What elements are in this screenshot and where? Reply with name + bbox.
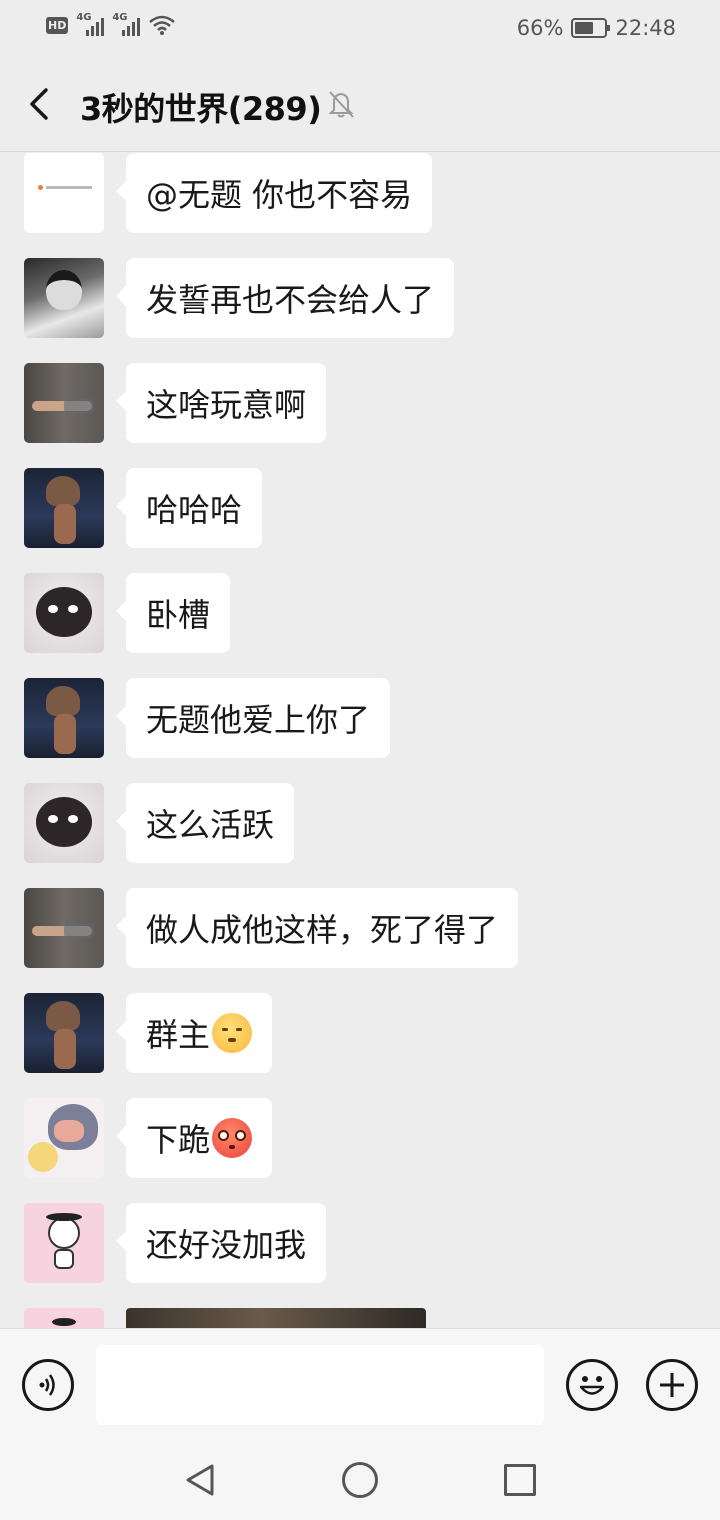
avatar-cartoon-kid[interactable] xyxy=(24,1308,104,1328)
voice-icon[interactable] xyxy=(22,1359,74,1411)
message-bubble[interactable]: 哈哈哈 xyxy=(115,468,263,548)
message-text: 群主 xyxy=(146,1016,211,1054)
status-left: HD 4G 4G xyxy=(46,12,176,36)
status-right: 66% 22:48 xyxy=(517,16,676,40)
message-list[interactable]: @无题 你也不容易 发誓再也不会给人了 这啥玩意啊 哈哈哈 卧槽 无题他爱上你了… xyxy=(0,153,720,1328)
photo-message[interactable] xyxy=(126,1308,426,1328)
message-item[interactable]: 下跪 xyxy=(24,1098,704,1180)
hd-badge: HD xyxy=(46,16,69,34)
message-item[interactable]: @无题 你也不容易 xyxy=(24,153,704,235)
message-bubble[interactable]: 卧槽 xyxy=(115,573,231,653)
message-item[interactable]: 群主 xyxy=(24,993,704,1075)
avatar-anime-boy[interactable] xyxy=(24,258,104,338)
input-bar xyxy=(0,1328,720,1440)
avatar-soot-sprite[interactable] xyxy=(24,573,104,653)
avatar-hooded-figure[interactable] xyxy=(24,678,104,758)
flushed-face-emoji xyxy=(212,1118,253,1158)
message-item[interactable]: 这啥玩意啊 xyxy=(24,363,704,445)
message-item[interactable] xyxy=(24,1308,704,1328)
message-item[interactable]: 还好没加我 xyxy=(24,1203,704,1285)
message-input[interactable] xyxy=(96,1345,544,1425)
avatar-hooded-figure[interactable] xyxy=(24,993,104,1073)
signal-icon: 4G xyxy=(76,12,105,36)
emoji-icon[interactable] xyxy=(566,1359,618,1411)
status-bar: HD 4G 4G 66% 22:48 xyxy=(0,0,720,56)
message-bubble[interactable]: 下跪 xyxy=(115,1098,273,1178)
avatar-note-card[interactable] xyxy=(24,153,104,233)
avatar-anime-girl[interactable] xyxy=(24,1098,104,1178)
avatar-tattoo-hand[interactable] xyxy=(24,888,104,968)
battery-icon xyxy=(571,18,611,38)
message-bubble[interactable]: 还好没加我 xyxy=(115,1203,327,1283)
message-bubble[interactable]: @无题 你也不容易 xyxy=(115,153,433,233)
signal-icon-2: 4G xyxy=(112,12,141,36)
avatar-hooded-figure[interactable] xyxy=(24,468,104,548)
avatar-cartoon-kid[interactable] xyxy=(24,1203,104,1283)
plus-icon[interactable] xyxy=(646,1359,698,1411)
message-item[interactable]: 这么活跃 xyxy=(24,783,704,865)
message-bubble[interactable]: 这么活跃 xyxy=(115,783,295,863)
message-bubble[interactable]: 做人成他这样，死了得了 xyxy=(115,888,519,968)
message-item[interactable]: 哈哈哈 xyxy=(24,468,704,550)
system-nav-bar xyxy=(0,1440,720,1520)
message-bubble[interactable]: 群主 xyxy=(115,993,273,1073)
nav-back-icon[interactable] xyxy=(184,1462,216,1498)
nav-recent-icon[interactable] xyxy=(504,1464,536,1496)
nav-home-icon[interactable] xyxy=(342,1462,378,1498)
message-bubble[interactable]: 无题他爱上你了 xyxy=(115,678,391,758)
message-item[interactable]: 卧槽 xyxy=(24,573,704,655)
message-bubble[interactable]: 这啥玩意啊 xyxy=(115,363,327,443)
chevron-left-icon[interactable] xyxy=(22,84,58,124)
message-item[interactable]: 做人成他这样，死了得了 xyxy=(24,888,704,970)
message-bubble[interactable]: 发誓再也不会给人了 xyxy=(115,258,455,338)
message-text: 下跪 xyxy=(146,1121,211,1159)
avatar-tattoo-hand[interactable] xyxy=(24,363,104,443)
chat-header: 3秒的世界(289) xyxy=(0,56,720,152)
avatar-soot-sprite[interactable] xyxy=(24,783,104,863)
message-item[interactable]: 无题他爱上你了 xyxy=(24,678,704,760)
message-item[interactable]: 发誓再也不会给人了 xyxy=(24,258,704,340)
battery-percent: 66% xyxy=(516,16,564,40)
battery-fill xyxy=(575,22,594,34)
bell-off-icon xyxy=(328,91,354,118)
clock: 22:48 xyxy=(615,16,676,40)
chat-title[interactable]: 3秒的世界(289) xyxy=(80,84,322,130)
wifi-icon xyxy=(149,15,176,35)
shy-face-emoji xyxy=(212,1013,253,1053)
